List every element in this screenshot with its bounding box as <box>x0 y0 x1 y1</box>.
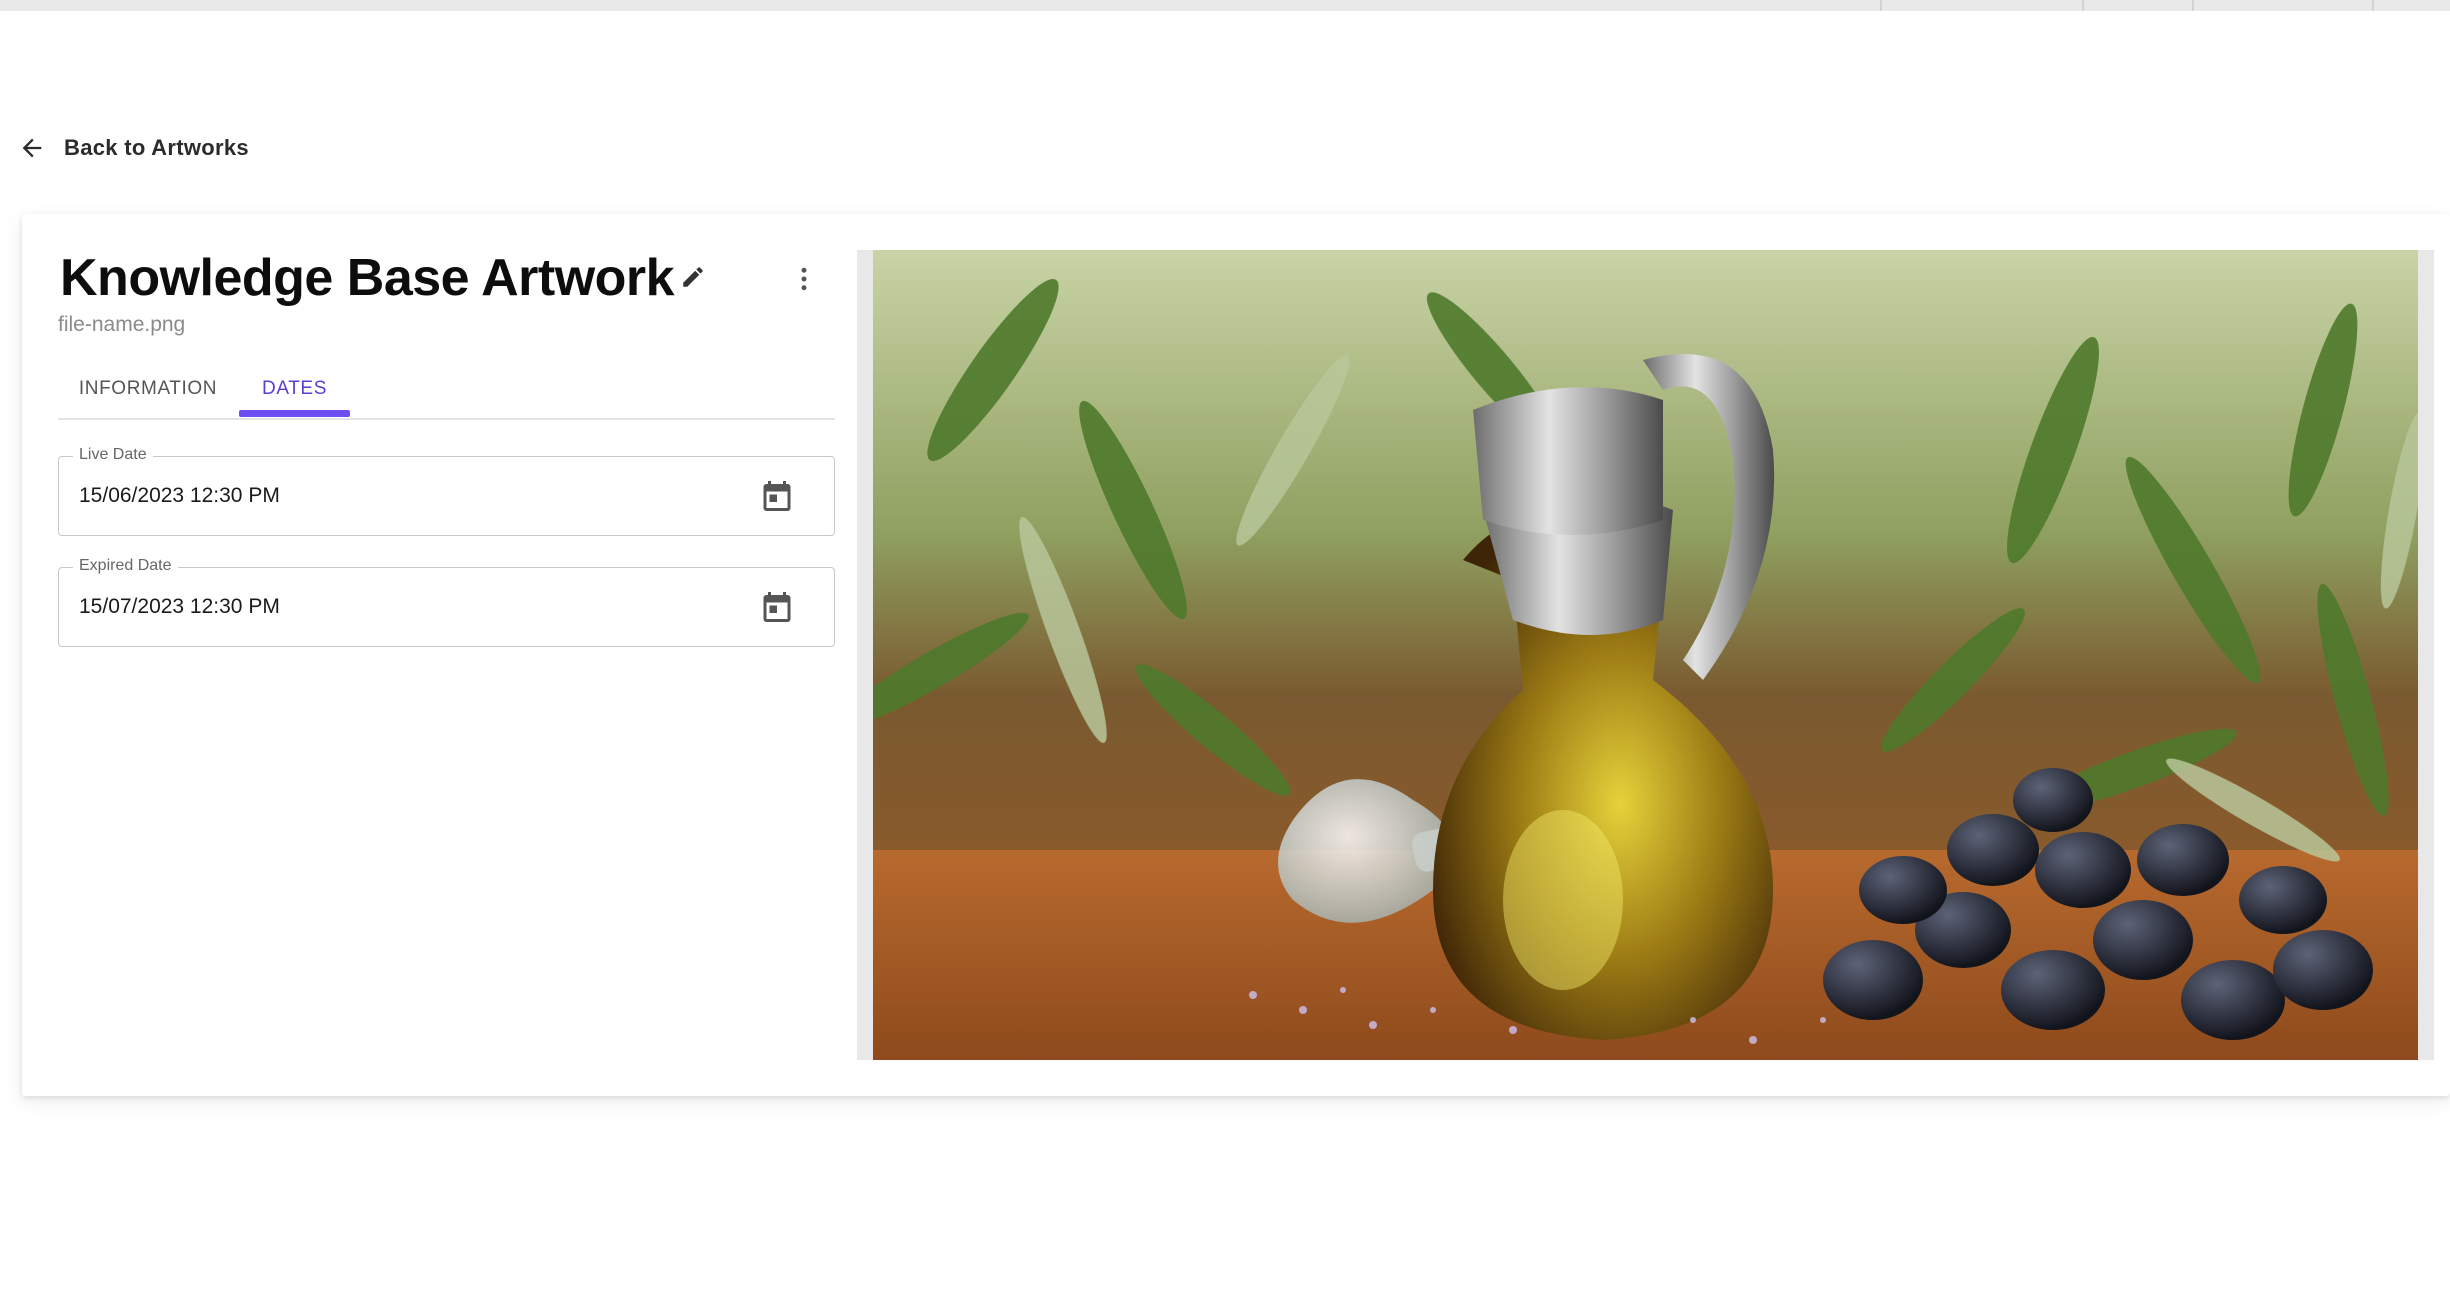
calendar-icon <box>763 481 791 511</box>
live-date-field: Live Date 15/06/2023 12:30 PM <box>58 446 835 536</box>
live-date-calendar-button[interactable] <box>759 478 795 514</box>
artwork-preview <box>857 250 2434 1060</box>
pencil-icon <box>683 267 703 287</box>
more-options-button[interactable] <box>787 262 821 296</box>
detail-tabs: INFORMATION DATES <box>58 360 835 420</box>
back-to-artworks-link[interactable]: Back to Artworks <box>18 132 249 164</box>
expired-date-field: Expired Date 15/07/2023 12:30 PM <box>58 557 835 647</box>
strip-divider <box>1880 0 1882 11</box>
olive-oil-artwork-image <box>873 250 2418 1060</box>
strip-divider <box>2192 0 2194 11</box>
live-date-input[interactable]: 15/06/2023 12:30 PM <box>79 457 679 535</box>
expired-date-calendar-button[interactable] <box>759 589 795 625</box>
arrow-left-icon <box>22 138 42 158</box>
browser-top-strip <box>0 0 2450 11</box>
edit-title-button[interactable] <box>680 264 706 290</box>
strip-divider <box>2372 0 2374 11</box>
tab-information[interactable]: INFORMATION <box>58 360 238 418</box>
artwork-filename: file-name.png <box>58 313 186 336</box>
strip-divider <box>2082 0 2084 11</box>
calendar-icon <box>763 592 791 622</box>
active-tab-indicator <box>239 410 350 417</box>
more-vert-icon <box>801 267 807 291</box>
back-link-label: Back to Artworks <box>64 135 249 160</box>
expired-date-input[interactable]: 15/07/2023 12:30 PM <box>79 568 679 646</box>
artwork-title: Knowledge Base Artwork <box>60 249 675 307</box>
